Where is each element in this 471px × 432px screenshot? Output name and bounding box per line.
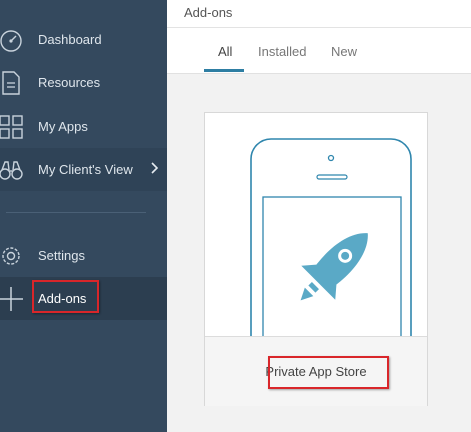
sidebar-item-settings[interactable]: Settings xyxy=(0,234,167,277)
tab-new[interactable]: New xyxy=(331,44,357,59)
sidebar-item-dashboard[interactable]: Dashboard xyxy=(0,18,167,61)
active-tab-indicator xyxy=(204,69,244,72)
document-icon xyxy=(0,70,24,96)
highlight-box-private-app-store xyxy=(268,356,389,389)
phone-illustration xyxy=(205,113,427,336)
highlight-box-add-ons xyxy=(32,280,99,313)
sidebar: Dashboard Resources My Apps My Client's … xyxy=(0,0,167,432)
sidebar-item-my-apps[interactable]: My Apps xyxy=(0,105,167,148)
content-area: Private App Store xyxy=(167,74,471,432)
gauge-icon xyxy=(0,27,24,53)
header-bar: Add-ons xyxy=(167,0,471,28)
sidebar-item-label: Resources xyxy=(38,75,101,90)
chevron-right-icon xyxy=(149,161,159,179)
sidebar-item-label: Dashboard xyxy=(38,32,102,47)
sidebar-divider xyxy=(6,212,146,213)
sidebar-item-resources[interactable]: Resources xyxy=(0,61,167,104)
tab-bar: All Installed New xyxy=(167,28,471,74)
main-panel: Add-ons All Installed New Private App St… xyxy=(167,0,471,432)
tab-all[interactable]: All xyxy=(218,44,232,59)
sidebar-item-my-clients-view[interactable]: My Client's View xyxy=(0,148,167,191)
apps-grid-icon xyxy=(0,114,24,140)
sidebar-item-label: Settings xyxy=(38,248,85,263)
gear-icon xyxy=(0,243,24,269)
sidebar-item-label: My Apps xyxy=(38,119,88,134)
sidebar-item-label: My Client's View xyxy=(38,162,133,177)
tab-installed[interactable]: Installed xyxy=(258,44,306,59)
page-title: Add-ons xyxy=(184,5,233,20)
binoculars-icon xyxy=(0,157,24,183)
plus-icon xyxy=(0,286,24,312)
